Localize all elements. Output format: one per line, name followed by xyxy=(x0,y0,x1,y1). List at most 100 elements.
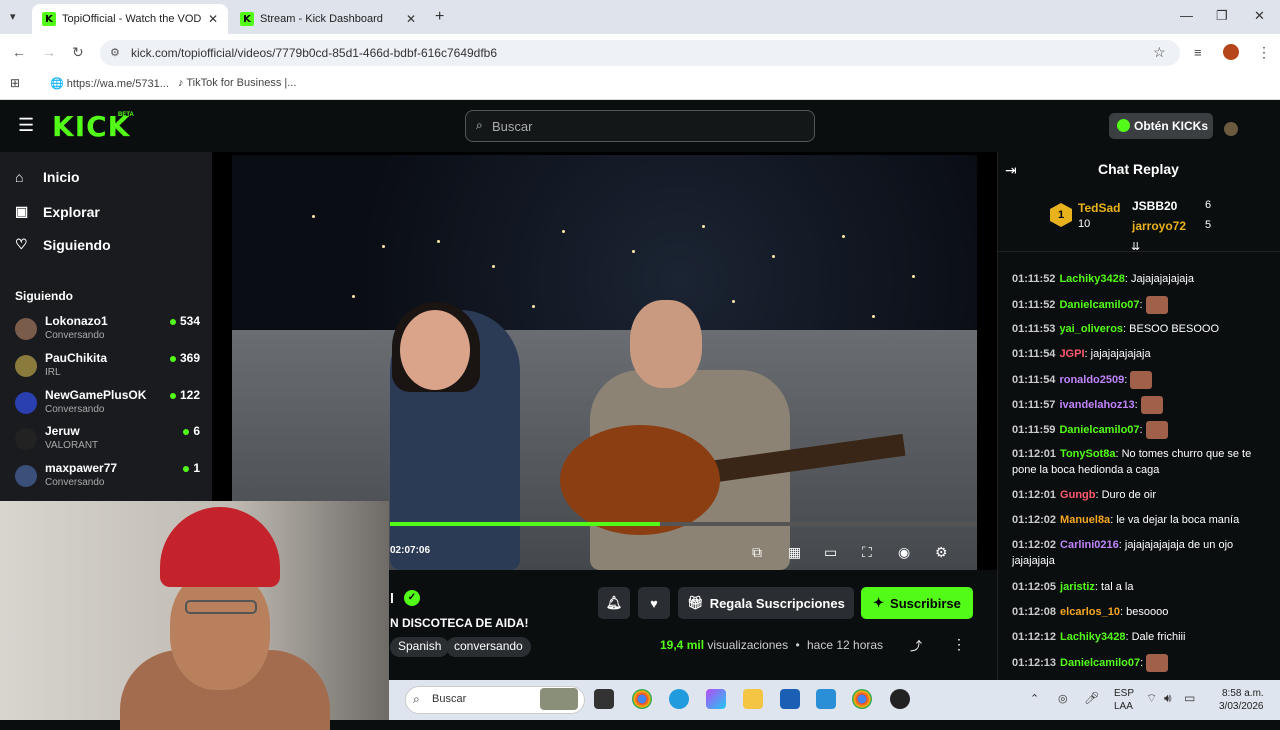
chat-username[interactable]: yai_oliveros xyxy=(1059,323,1123,335)
chrome-icon[interactable] xyxy=(632,689,652,709)
gift-subscriptions-button[interactable]: 🎁︎ Regala Suscripciones xyxy=(678,587,854,619)
tag-conversando[interactable]: conversando xyxy=(446,637,531,657)
clock-time[interactable]: 8:58 a.m. xyxy=(1222,688,1264,699)
leaderboard-user[interactable]: jarroyo72 xyxy=(1132,219,1186,233)
subscribe-button[interactable]: ✦ Suscribirse xyxy=(861,587,973,619)
chat-username[interactable]: JGPI xyxy=(1059,348,1084,360)
copilot-icon[interactable] xyxy=(706,689,726,709)
playback-speed-icon[interactable]: ◉ xyxy=(898,544,910,561)
chat-username[interactable]: Danielcamilo07 xyxy=(1059,424,1139,436)
back-icon[interactable]: ← xyxy=(12,44,26,60)
followed-channel[interactable]: Jeruw VALORANT 6 xyxy=(15,424,200,460)
theater-icon[interactable]: ▦ xyxy=(788,544,801,561)
chat-username[interactable]: Danielcamilo07 xyxy=(1059,299,1139,311)
edge-icon[interactable] xyxy=(669,689,689,709)
chat-username[interactable]: ivandelahoz13 xyxy=(1059,399,1134,411)
search-highlight-image[interactable] xyxy=(540,688,578,710)
avatar xyxy=(15,465,37,487)
gift-icon: 🎁︎ xyxy=(687,595,704,610)
followed-channel[interactable]: PauChikita IRL 369 xyxy=(15,351,200,387)
followed-channel[interactable]: maxpawer77 Conversando 1 xyxy=(15,461,200,497)
bookmark-whatsapp[interactable]: 🌐 https://wa.me/5731... xyxy=(50,77,169,90)
collapse-chat-icon[interactable]: ⇥ xyxy=(1005,162,1017,179)
tab-list-chevron-icon[interactable]: ▾ xyxy=(10,10,16,23)
reload-icon[interactable]: ↻ xyxy=(72,44,84,61)
share-icon[interactable]: ⤴ xyxy=(910,637,922,654)
profile-avatar[interactable] xyxy=(1223,44,1239,60)
follow-button[interactable]: ♥ xyxy=(638,587,670,619)
forward-icon[interactable]: → xyxy=(42,44,56,60)
chat-username[interactable]: ronaldo2509 xyxy=(1059,374,1124,386)
input-language[interactable]: ESP xyxy=(1114,688,1134,699)
more-options-icon[interactable]: ⋮ xyxy=(952,636,966,653)
user-avatar[interactable] xyxy=(1224,122,1238,136)
chat-username[interactable]: Lachiky3428 xyxy=(1059,273,1124,285)
app-icon[interactable] xyxy=(890,689,910,709)
chat-username[interactable]: Danielcamilo07 xyxy=(1060,657,1140,669)
chat-text: BESOO BESOOO xyxy=(1129,323,1220,335)
chat-timestamp: 01:11:59 xyxy=(1012,423,1056,436)
leaderboard-user[interactable]: TedSad xyxy=(1078,201,1120,215)
battery-icon[interactable]: ▭ xyxy=(1184,691,1195,705)
chat-username[interactable]: jaristiz xyxy=(1060,581,1095,593)
chat-username[interactable]: Manuel8a xyxy=(1060,514,1110,526)
microphone-icon[interactable]: 🎤︎ xyxy=(1084,691,1099,705)
outlook-icon[interactable] xyxy=(780,689,800,709)
tag-spanish[interactable]: Spanish xyxy=(390,637,450,657)
taskbar-search-placeholder: Buscar xyxy=(432,693,467,705)
leaderboard-count: 5 xyxy=(1205,219,1212,231)
tab-topiofficial[interactable]: K TopiOfficial - Watch the VOD o ✕ xyxy=(32,4,228,34)
fullscreen-icon[interactable]: ⛶ xyxy=(862,544,872,561)
chat-timestamp: 01:11:54 xyxy=(1012,373,1056,386)
chat-timestamp: 01:12:13 xyxy=(1012,656,1057,669)
chat-text: besoooo xyxy=(1126,606,1169,618)
close-tab-icon[interactable]: ✕ xyxy=(406,12,416,26)
tray-chevron-icon[interactable]: ⌃ xyxy=(1030,692,1039,705)
notepad-icon[interactable] xyxy=(816,689,836,709)
new-tab-icon[interactable]: + xyxy=(435,8,444,26)
apps-grid-icon[interactable]: ⊞ xyxy=(10,76,20,90)
chrome-active-icon[interactable] xyxy=(852,689,872,709)
chat-timestamp: 01:12:01 xyxy=(1012,448,1057,460)
chat-username[interactable]: TonySot8a xyxy=(1060,448,1115,460)
site-info-icon[interactable]: ⚙ xyxy=(110,46,120,59)
url-text: kick.com/topiofficial/videos/7779b0cd-85… xyxy=(131,46,498,60)
pip-icon[interactable]: ⧉ xyxy=(752,544,762,561)
chat-message: 01:12:02 Carlini0216: jajajajajajaja de u… xyxy=(1012,537,1272,569)
bookmark-star-icon[interactable]: ☆ xyxy=(1153,44,1166,61)
sidebar-item-siguiendo[interactable]: ♡ Siguiendo xyxy=(15,236,111,253)
kick-favicon-icon: K xyxy=(240,12,254,26)
settings-icon[interactable]: ⚙ xyxy=(935,544,948,561)
clock-date: 3/03/2026 xyxy=(1219,701,1264,712)
followed-channel[interactable]: NewGamePlusOK Conversando 122 xyxy=(15,388,200,424)
notifications-button[interactable]: 🔔︎ xyxy=(598,587,630,619)
chat-username[interactable]: Gungb xyxy=(1060,489,1095,501)
tray-app-icon[interactable]: ◎ xyxy=(1058,692,1068,705)
chat-username[interactable]: Lachiky3428 xyxy=(1060,631,1125,643)
maximize-icon[interactable]: ❐ xyxy=(1216,8,1228,24)
sidebar-item-explorar[interactable]: ▣ Explorar xyxy=(15,203,100,220)
close-window-icon[interactable]: ✕ xyxy=(1254,8,1265,24)
chat-username[interactable]: elcarlos_10 xyxy=(1060,606,1120,618)
followed-channel[interactable]: Lokonazo1 Conversando 534 xyxy=(15,314,200,350)
leaderboard-user[interactable]: JSBB20 xyxy=(1132,199,1177,213)
mini-player-icon[interactable]: ▭ xyxy=(824,544,837,561)
media-control-icon[interactable]: ≡ xyxy=(1194,45,1202,60)
minimize-icon[interactable]: — xyxy=(1180,8,1193,23)
chat-message: 01:11:54 ronaldo2509: xyxy=(1012,371,1272,389)
chat-username[interactable]: Carlini0216 xyxy=(1060,539,1119,551)
chat-message: 01:12:02 Manuel8a: le va dejar la boca ma… xyxy=(1012,512,1272,528)
volume-icon[interactable]: 🔊︎ xyxy=(1164,691,1172,706)
task-view-icon[interactable] xyxy=(594,689,614,709)
video-time: 02:07:06 xyxy=(390,545,431,556)
tab-kick-dashboard[interactable]: K Stream - Kick Dashboard ✕ xyxy=(230,4,426,34)
browser-menu-icon[interactable]: ⋮ xyxy=(1257,44,1271,61)
sidebar-item-inicio[interactable]: ⌂ Inicio xyxy=(15,169,80,185)
file-explorer-icon[interactable] xyxy=(743,689,763,709)
close-tab-icon[interactable]: ✕ xyxy=(208,12,218,26)
bookmark-tiktok[interactable]: ♪ TikTok for Business |... xyxy=(178,77,296,89)
hamburger-menu-icon[interactable]: ☰ xyxy=(18,115,34,136)
channel-name[interactable]: l xyxy=(390,590,394,606)
wifi-icon[interactable]: ⌔ xyxy=(1146,691,1157,706)
chat-text: tal a la xyxy=(1101,581,1134,593)
